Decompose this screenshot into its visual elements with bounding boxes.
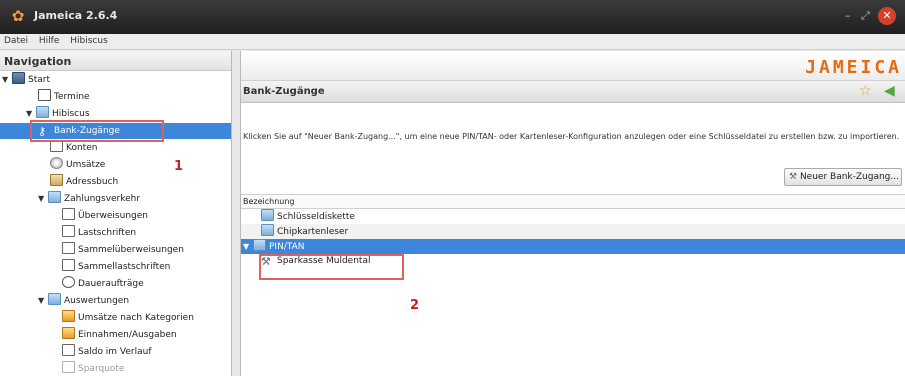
table-row-schluesseldiskette[interactable]: Schlüsseldiskette [241,209,905,224]
nav-item-termine[interactable]: Termine [38,89,90,105]
expand-arrow-icon[interactable]: ▼ [38,191,48,207]
nav-item-start[interactable]: ▼ Start [2,72,50,88]
nav-item-lastschriften[interactable]: Lastschriften [62,225,136,241]
cd-icon [50,157,63,169]
menu-bar: Datei Hilfe Hibiscus [0,34,905,50]
folder-icon [261,224,274,236]
window-title: Jameica 2.6.4 [34,9,118,22]
jameica-logo: JAMEICA [805,57,902,78]
bulk-transfer-icon [62,242,75,254]
menu-hilfe[interactable]: Hilfe [35,34,63,46]
annotation-marker-1: 1 [174,159,184,174]
table-row-chipkartenleser[interactable]: Chipkartenleser [241,224,905,239]
nav-item-umsaetze[interactable]: Umsätze [50,157,105,173]
jameica-app-icon: ✿ [11,7,25,25]
nav-item-auswertungen[interactable]: ▼ Auswertungen [38,293,129,309]
folder-icon [253,239,266,251]
table-column-header[interactable]: Bezeichnung [241,194,905,209]
folder-icon [48,293,61,305]
nav-item-umsaetze-nach-kategorien[interactable]: Umsätze nach Kategorien [62,310,194,326]
page-title: Bank-Zugänge [243,86,325,97]
table-row-pin-tan[interactable]: ▼ PIN/TAN [241,239,905,254]
minimize-button[interactable]: – [845,9,851,22]
navigation-panel: Navigation ▼ Start Termine ▼ Hibiscus ⚷ Ban… [0,51,232,376]
page-header: Bank-Zugänge ☆ ◀ [241,81,905,103]
highlight-box-2 [259,254,404,280]
nav-item-saldo-im-verlauf[interactable]: Saldo im Verlauf [62,344,152,360]
clock-icon [62,276,75,288]
star-icon[interactable]: ☆ [859,83,872,99]
folder-icon [48,191,61,203]
pie-icon [62,310,75,322]
nav-item-einnahmen-ausgaben[interactable]: Einnahmen/Ausgaben [62,327,177,343]
highlight-box-1 [30,120,164,142]
computer-icon [12,72,25,84]
annotation-marker-2: 2 [410,298,420,313]
tools-icon: ⚒ [789,172,798,182]
nav-item-sammellastschriften[interactable]: Sammellastschriften [62,259,170,275]
folder-icon [261,209,274,221]
back-arrow-icon[interactable]: ◀ [884,83,895,99]
expand-arrow-icon[interactable]: ▼ [243,239,253,254]
description-text: Klicken Sie auf "Neuer Bank-Zugang...", … [243,132,900,141]
transfer-icon [62,208,75,220]
logo-band: JAMEICA [241,51,905,81]
nav-item-sparquote[interactable]: Sparquote [62,361,124,376]
new-bank-access-button[interactable]: ⚒ Neuer Bank-Zugang... [784,168,902,186]
address-book-icon [50,174,63,186]
close-button[interactable]: ✕ [878,7,896,25]
menu-hibiscus[interactable]: Hibiscus [66,34,112,46]
folder-icon [36,106,49,118]
nav-item-ueberweisungen[interactable]: Überweisungen [62,208,148,224]
nav-item-konten[interactable]: Konten [50,140,97,156]
bulk-debit-icon [62,259,75,271]
title-bar: ✿ Jameica 2.6.4 – ⤢ ✕ [0,0,905,34]
calendar-icon [38,89,51,101]
menu-datei[interactable]: Datei [0,34,32,46]
maximize-button[interactable]: ⤢ [861,9,870,23]
main-panel: JAMEICA Bank-Zugänge ☆ ◀ Klicken Sie auf… [240,51,905,376]
nav-item-adressbuch[interactable]: Adressbuch [50,174,118,190]
nav-item-dauerauftraege[interactable]: Daueraufträge [62,276,144,292]
debit-icon [62,225,75,237]
expand-arrow-icon[interactable]: ▼ [38,293,48,309]
chart-icon [62,327,75,339]
nav-item-sammelueberweisungen[interactable]: Sammelüberweisungen [62,242,184,258]
graph-icon [62,361,75,373]
navigation-header: Navigation [0,51,231,71]
expand-arrow-icon[interactable]: ▼ [2,72,12,88]
nav-item-zahlungsverkehr[interactable]: ▼ Zahlungsverkehr [38,191,140,207]
graph-icon [62,344,75,356]
